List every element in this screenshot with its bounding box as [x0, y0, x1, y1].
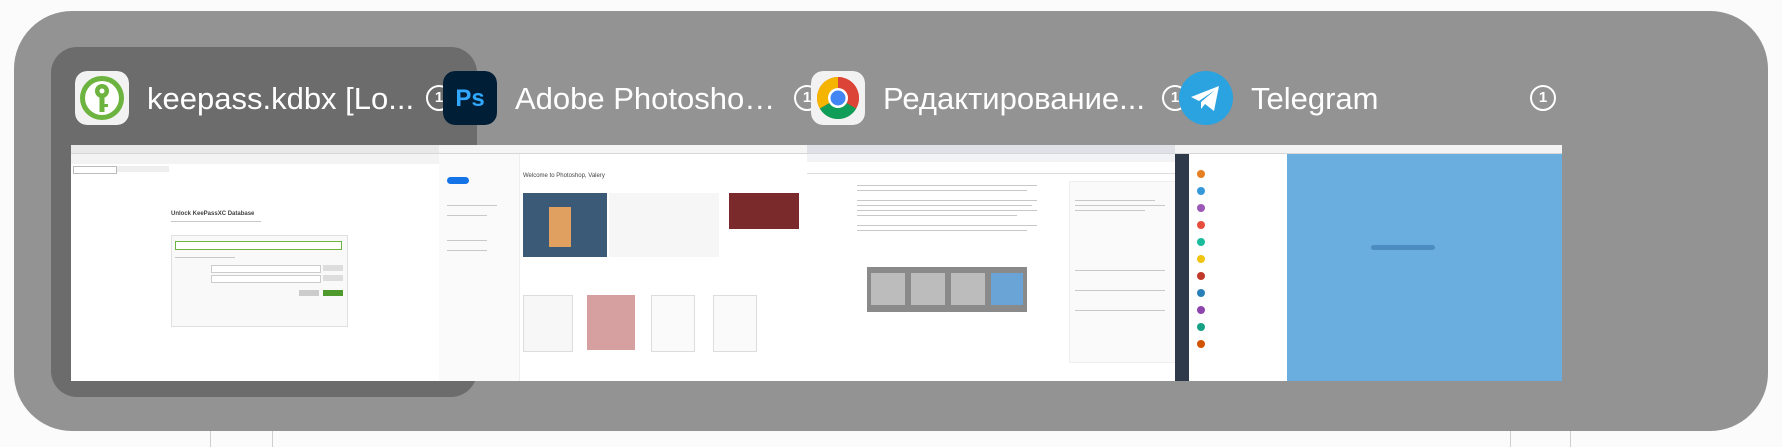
window-title: Telegram: [1251, 81, 1379, 116]
svg-text:Ps: Ps: [455, 85, 484, 112]
window-card-telegram[interactable]: Telegram 1: [1155, 47, 1581, 397]
window-card-photoshop[interactable]: Ps Adobe Photoshop... 1 Welcome to Photo…: [419, 47, 845, 397]
window-title: Adobe Photoshop...: [515, 81, 785, 116]
window-thumbnail: [1175, 145, 1562, 381]
keepassxc-key-icon: [75, 71, 129, 125]
thumb-heading: Unlock KeePassXC Database: [171, 211, 255, 217]
photoshop-icon: Ps: [443, 71, 497, 125]
window-thumbnail: Unlock KeePassXC Database: [71, 145, 458, 381]
thumb-heading: Welcome to Photoshop, Valery: [523, 173, 605, 179]
window-card-chrome[interactable]: Редактирование... 1: [787, 47, 1213, 397]
window-title: keepass.kdbx [Lo...: [147, 81, 415, 116]
window-count-badge: 1: [1530, 85, 1556, 111]
telegram-icon: [1179, 71, 1233, 125]
window-title: Редактирование...: [883, 81, 1145, 116]
app-switcher: keepass.kdbx [Lo... 1 Unlock KeePassXC D…: [14, 11, 1768, 431]
chrome-icon: [811, 71, 865, 125]
window-card-keepassxc[interactable]: keepass.kdbx [Lo... 1 Unlock KeePassXC D…: [51, 47, 477, 397]
window-thumbnail: [807, 145, 1194, 381]
window-thumbnail: Welcome to Photoshop, Valery: [439, 145, 826, 381]
